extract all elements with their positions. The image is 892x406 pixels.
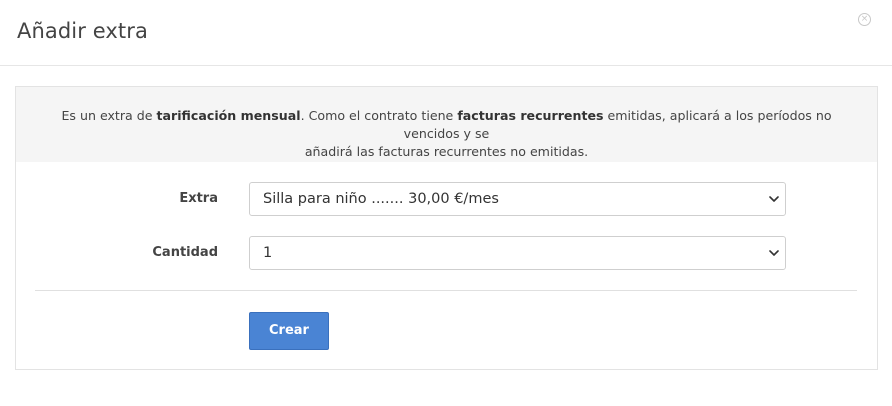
notice-bold1: tarificación mensual (156, 108, 301, 123)
extra-select[interactable]: Silla para niño ....... 30,00 €/mes (249, 182, 786, 216)
cantidad-select-value: 1 (263, 245, 273, 261)
info-notice: Es un extra de tarificación mensual. Com… (16, 87, 877, 162)
chevron-down-icon (769, 250, 779, 256)
form-divider (35, 290, 857, 291)
modal-title: Añadir extra (17, 19, 148, 43)
notice-part1: Es un extra de (61, 108, 157, 123)
form-panel: Es un extra de tarificación mensual. Com… (15, 86, 878, 370)
notice-line2: añadirá las facturas recurrentes no emit… (304, 144, 589, 159)
cantidad-label: Cantidad (152, 245, 218, 260)
notice-part2: . Como el contrato tiene (300, 108, 458, 123)
modal-header: Añadir extra × (0, 0, 892, 66)
chevron-down-icon (769, 196, 779, 202)
notice-bold2: facturas recurrentes (457, 108, 604, 123)
extra-label: Extra (179, 191, 218, 206)
notice-text: Es un extra de tarificación mensual. Com… (36, 107, 857, 161)
extra-select-value: Silla para niño ....... 30,00 €/mes (263, 191, 499, 207)
cantidad-select[interactable]: 1 (249, 236, 786, 270)
close-icon[interactable]: × (858, 13, 871, 26)
create-button[interactable]: Crear (249, 312, 329, 350)
